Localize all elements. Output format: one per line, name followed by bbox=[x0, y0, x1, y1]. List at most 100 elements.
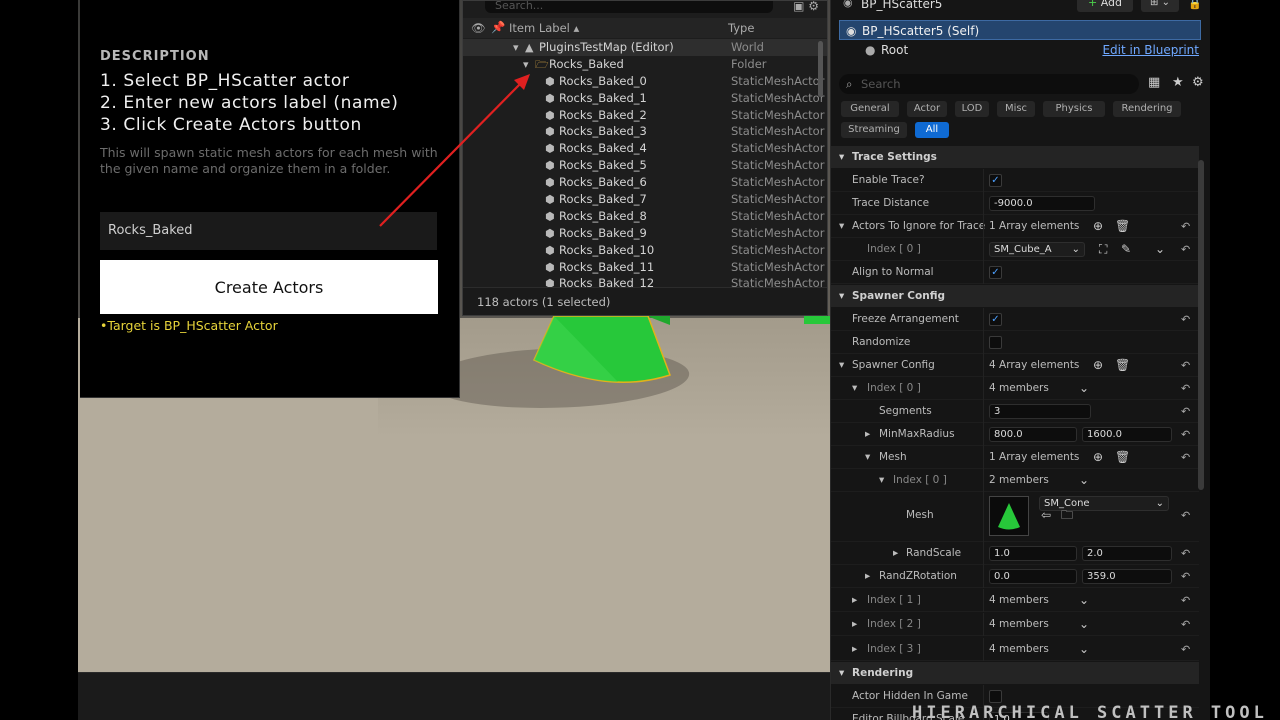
chevron-down-icon[interactable]: ⌄ bbox=[1079, 469, 1089, 492]
minmax-min-field[interactable]: 800.0 bbox=[989, 427, 1077, 442]
add-element-icon[interactable]: ⊕ bbox=[1093, 446, 1103, 469]
create-actors-button[interactable]: Create Actors bbox=[100, 260, 438, 314]
freeze-checkbox[interactable]: ✓ bbox=[989, 313, 1002, 326]
details-scrollbar[interactable] bbox=[1198, 160, 1204, 490]
eyedropper-icon[interactable]: ✎ bbox=[1121, 238, 1131, 261]
expand-arrow-icon[interactable]: ▸ bbox=[865, 423, 870, 446]
reset-arrow-icon[interactable]: ↶ bbox=[1181, 238, 1190, 261]
outliner-row[interactable]: ⬢ Rocks_Baked_8 StaticMeshActor bbox=[463, 208, 827, 225]
outliner-row[interactable]: ⬢ Rocks_Baked_1 StaticMeshActor bbox=[463, 90, 827, 107]
expand-arrow-icon[interactable]: ▾ bbox=[852, 377, 857, 400]
chevron-down-icon[interactable]: ⌄ bbox=[1155, 238, 1165, 261]
section-rendering[interactable]: ▾ Rendering bbox=[831, 662, 1199, 684]
enable-trace-checkbox[interactable]: ✓ bbox=[989, 174, 1002, 187]
expand-arrow-icon[interactable]: ▾ bbox=[865, 446, 870, 469]
filter-physics[interactable]: Physics bbox=[1043, 101, 1105, 117]
filter-misc[interactable]: Misc bbox=[997, 101, 1035, 117]
section-spawner-config[interactable]: ▾ Spawner Config bbox=[831, 285, 1199, 307]
outliner-row[interactable]: ⬢ Rocks_Baked_11 StaticMeshActor bbox=[463, 259, 827, 276]
expand-arrow-icon[interactable]: ▾ bbox=[839, 354, 844, 377]
outliner-search-input[interactable]: Search... bbox=[485, 0, 773, 13]
delete-trash-icon[interactable]: 🗑 bbox=[1115, 446, 1130, 469]
outliner-row[interactable]: ⬢ Rocks_Baked_2 StaticMeshActor bbox=[463, 107, 827, 124]
add-folder-icon[interactable]: ▣ bbox=[793, 0, 804, 13]
section-trace-settings[interactable]: ▾ Trace Settings bbox=[831, 146, 1199, 168]
trace-distance-field[interactable]: -9000.0 bbox=[989, 196, 1095, 211]
table-view-icon[interactable]: ▦ bbox=[1148, 75, 1160, 90]
favorite-star-icon[interactable]: ★ bbox=[1172, 75, 1184, 90]
eye-icon[interactable]: 👁 bbox=[471, 21, 486, 35]
randscale-min-field[interactable]: 1.0 bbox=[989, 546, 1077, 561]
reset-arrow-icon[interactable]: ↶ bbox=[1181, 423, 1190, 446]
add-element-icon[interactable]: ⊕ bbox=[1093, 354, 1103, 377]
expand-arrow-icon[interactable]: ▾ bbox=[513, 39, 519, 56]
mesh-thumbnail[interactable] bbox=[989, 496, 1029, 536]
pin-icon[interactable]: 📌 bbox=[491, 20, 505, 34]
randz-max-field[interactable]: 359.0 bbox=[1082, 569, 1172, 584]
reset-arrow-icon[interactable]: ↶ bbox=[1181, 215, 1190, 238]
outliner-row[interactable]: ⬢ Rocks_Baked_4 StaticMeshActor bbox=[463, 140, 827, 157]
filter-lod[interactable]: LOD bbox=[955, 101, 989, 117]
add-component-button[interactable]: + Add bbox=[1077, 0, 1133, 12]
delete-trash-icon[interactable]: 🗑 bbox=[1115, 354, 1130, 377]
settings-gear-icon[interactable]: ⚙ bbox=[808, 0, 819, 13]
lock-icon[interactable]: 🔒 bbox=[1188, 0, 1202, 10]
add-element-icon[interactable]: ⊕ bbox=[1093, 215, 1103, 238]
filter-actor[interactable]: Actor bbox=[907, 101, 947, 117]
actor-label-input[interactable]: Rocks_Baked bbox=[100, 212, 437, 250]
column-type[interactable]: Type bbox=[728, 21, 754, 35]
align-normal-checkbox[interactable]: ✓ bbox=[989, 266, 1002, 279]
randscale-max-field[interactable]: 2.0 bbox=[1082, 546, 1172, 561]
browse-asset-icon[interactable]: ⛶ bbox=[1099, 238, 1107, 261]
settings-gear-icon[interactable]: ⚙ bbox=[1192, 75, 1204, 90]
hidden-in-game-checkbox[interactable]: ✓ bbox=[989, 690, 1002, 703]
chevron-down-icon[interactable]: ⌄ bbox=[1079, 589, 1089, 612]
randz-min-field[interactable]: 0.0 bbox=[989, 569, 1077, 584]
minmax-max-field[interactable]: 1600.0 bbox=[1082, 427, 1172, 442]
outliner-row[interactable]: ⬢ Rocks_Baked_10 StaticMeshActor bbox=[463, 242, 827, 259]
reset-arrow-icon[interactable]: ↶ bbox=[1181, 354, 1190, 377]
filter-general[interactable]: General bbox=[841, 101, 899, 117]
randomize-checkbox[interactable]: ✓ bbox=[989, 336, 1002, 349]
outliner-row[interactable]: ⬢ Rocks_Baked_6 StaticMeshActor bbox=[463, 174, 827, 191]
expand-arrow-icon[interactable]: ▸ bbox=[893, 542, 898, 565]
blueprint-options-dropdown[interactable]: ⊞ ⌄ bbox=[1141, 0, 1179, 12]
sm-cube-dropdown[interactable]: SM_Cube_A ⌄ bbox=[989, 242, 1085, 257]
reset-arrow-icon[interactable]: ↶ bbox=[1181, 638, 1190, 661]
chevron-down-icon[interactable]: ⌄ bbox=[1079, 377, 1089, 400]
outliner-row[interactable]: ▾ 🗁 Rocks_Baked Folder bbox=[463, 56, 827, 73]
outliner-scrollbar[interactable] bbox=[818, 41, 823, 97]
outliner-row[interactable]: ⬢ Rocks_Baked_0 StaticMeshActor bbox=[463, 73, 827, 90]
browse-folder-icon[interactable]: 🗀 bbox=[1061, 504, 1073, 527]
reset-arrow-icon[interactable]: ↶ bbox=[1181, 400, 1190, 423]
component-self-row[interactable]: ◉ BP_HScatter5 (Self) bbox=[839, 20, 1201, 40]
reset-arrow-icon[interactable]: ↶ bbox=[1181, 613, 1190, 636]
filter-rendering[interactable]: Rendering bbox=[1113, 101, 1181, 117]
reset-arrow-icon[interactable]: ↶ bbox=[1181, 565, 1190, 588]
details-search-input[interactable]: ⌕ Search bbox=[839, 74, 1139, 94]
reset-arrow-icon[interactable]: ↶ bbox=[1181, 308, 1190, 331]
reset-arrow-icon[interactable]: ↶ bbox=[1181, 542, 1190, 565]
outliner-row[interactable]: ⬢ Rocks_Baked_9 StaticMeshActor bbox=[463, 225, 827, 242]
component-root-row[interactable]: ● Root Edit in Blueprint bbox=[839, 40, 1201, 60]
expand-arrow-icon[interactable]: ▸ bbox=[852, 638, 857, 661]
reset-arrow-icon[interactable]: ↶ bbox=[1181, 589, 1190, 612]
delete-trash-icon[interactable]: 🗑 bbox=[1115, 215, 1130, 238]
reset-arrow-icon[interactable]: ↶ bbox=[1181, 446, 1190, 469]
edit-in-blueprint-link[interactable]: Edit in Blueprint bbox=[1102, 40, 1199, 60]
expand-arrow-icon[interactable]: ▾ bbox=[879, 469, 884, 492]
chevron-down-icon[interactable]: ⌄ bbox=[1079, 638, 1089, 661]
filter-streaming[interactable]: Streaming bbox=[841, 122, 907, 138]
reset-arrow-icon[interactable]: ↶ bbox=[1181, 377, 1190, 400]
chevron-down-icon[interactable]: ⌄ bbox=[1079, 613, 1089, 636]
mesh-asset-dropdown[interactable]: SM_Cone ⌄ bbox=[1039, 496, 1169, 511]
segments-field[interactable]: 3 bbox=[989, 404, 1091, 419]
outliner-row[interactable]: ▾ ▲ PluginsTestMap (Editor) World bbox=[463, 39, 827, 56]
column-item-label[interactable]: Item Label ▴ bbox=[509, 21, 579, 35]
use-selected-arrow-icon[interactable]: ⇦ bbox=[1041, 504, 1051, 527]
outliner-row[interactable]: ⬢ Rocks_Baked_5 StaticMeshActor bbox=[463, 157, 827, 174]
reset-arrow-icon[interactable]: ↶ bbox=[1181, 504, 1190, 527]
outliner-row[interactable]: ⬢ Rocks_Baked_3 StaticMeshActor bbox=[463, 123, 827, 140]
expand-arrow-icon[interactable]: ▾ bbox=[839, 215, 844, 238]
expand-arrow-icon[interactable]: ▾ bbox=[523, 56, 529, 73]
